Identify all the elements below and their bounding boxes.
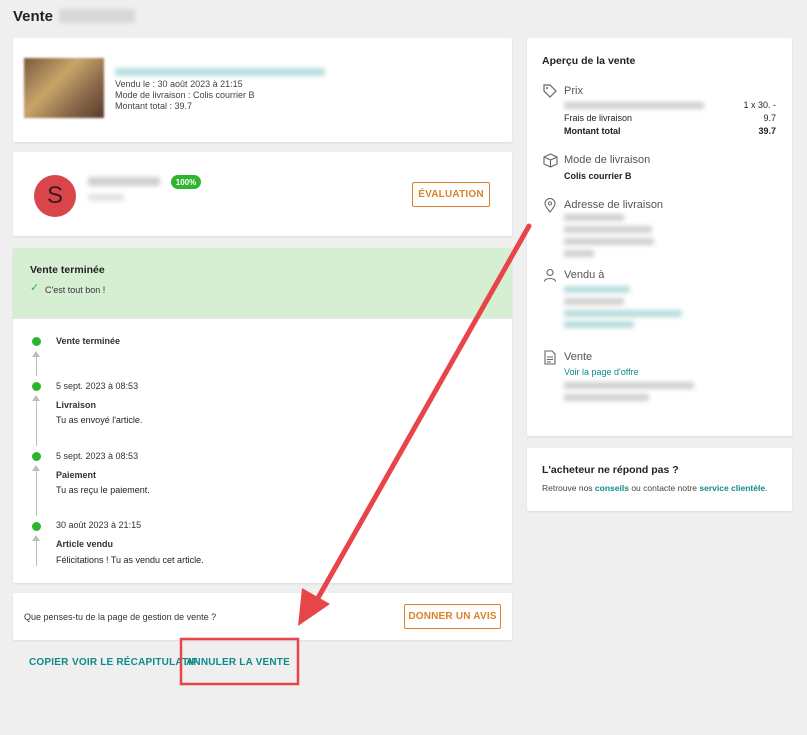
- timeline-date: 5 sept. 2023 à 08:53: [56, 451, 139, 461]
- timeline-dot: [32, 452, 41, 461]
- sale-header: Vente: [564, 351, 593, 363]
- view-summary-link[interactable]: VOIR LE RÉCAPITULATIF: [72, 657, 198, 668]
- buyer-subtitle-redacted: [88, 194, 124, 201]
- buyer-email-redacted[interactable]: [564, 310, 682, 317]
- buyer-link-redacted[interactable]: [564, 286, 630, 293]
- status-banner: Vente terminée ✓ C'est tout bon !: [13, 248, 512, 319]
- address-line-redacted: [564, 238, 654, 245]
- shipping-fee-label: Frais de livraison: [564, 113, 633, 121]
- buyer-unresponsive-card: L'acheteur ne répond pas ? Retrouve nos …: [527, 448, 792, 511]
- tips-link[interactable]: conseils: [595, 483, 629, 493]
- timeline-connector: [36, 400, 37, 446]
- timeline-dot: [32, 382, 41, 391]
- rating-badge-text: 100%: [175, 177, 197, 187]
- evaluation-button[interactable]: ÉVALUATION: [412, 182, 490, 207]
- buyer-card: S 100% ÉVALUATION: [13, 152, 512, 236]
- item-total: Montant total : 39.7: [115, 101, 193, 111]
- delivery-header: Mode de livraison: [564, 154, 651, 166]
- timeline-dot: [32, 522, 41, 531]
- timeline-dot: [32, 337, 41, 346]
- page-title-text: Vente: [13, 8, 54, 25]
- customer-service-link[interactable]: service clientèle: [699, 483, 765, 493]
- package-icon: [542, 153, 558, 169]
- rating-badge: 100%: [171, 175, 201, 189]
- sale-info-redacted: [564, 394, 649, 401]
- page-title: Vente: [13, 8, 136, 25]
- item-card: Vendu le : 30 août 2023 à 21:15 Mode de …: [13, 38, 512, 142]
- address-header: Adresse de livraison: [564, 199, 664, 209]
- timeline-label: Paiement: [56, 470, 97, 480]
- timeline-connector: [36, 356, 37, 376]
- timeline-date: 30 août 2023 à 21:15: [56, 520, 142, 530]
- overview-title: Aperçu de la vente: [542, 55, 636, 67]
- timeline-label: Article vendu: [56, 539, 114, 549]
- item-title-redacted[interactable]: [115, 68, 325, 76]
- timeline-text: Félicitations ! Tu as vendu cet article.: [56, 555, 204, 565]
- timeline-label: Livraison: [56, 400, 97, 410]
- address-line-redacted: [564, 250, 594, 257]
- help-text-middle: ou contacte notre: [628, 483, 700, 493]
- sale-overview-card: Aperçu de la vente Prix 1 x 30. - Frais …: [527, 38, 792, 436]
- buyer-phone-redacted[interactable]: [564, 321, 634, 328]
- help-text-before: Retrouve nos: [542, 483, 595, 493]
- shipping-fee-value: 9.7: [763, 113, 776, 123]
- price-item-redacted: [564, 102, 704, 109]
- timeline-connector: [36, 540, 37, 566]
- help-text: Retrouve nos conseils ou contacte notre …: [542, 483, 767, 493]
- check-icon: ✓: [30, 282, 40, 294]
- help-text-after: .: [765, 483, 768, 493]
- price-header: Prix: [564, 85, 583, 97]
- sold-to-header: Vendu à: [564, 269, 605, 281]
- offer-page-link[interactable]: Voir la page d'offre: [564, 367, 639, 377]
- timeline-date: 5 sept. 2023 à 08:53: [56, 381, 139, 391]
- location-pin-icon: [542, 198, 558, 214]
- price-tag-icon: [542, 84, 558, 100]
- item-sold-on: Vendu le : 30 août 2023 à 21:15: [115, 79, 243, 88]
- feedback-question: Que penses-tu de la page de gestion de v…: [24, 612, 217, 622]
- timeline-label: Vente terminée: [56, 336, 121, 346]
- avatar-letter: S: [46, 182, 63, 209]
- user-icon: [542, 268, 558, 284]
- address-line-redacted: [564, 226, 652, 233]
- timeline-text: Tu as envoyé l'article.: [56, 415, 143, 425]
- timeline-connector: [36, 470, 37, 516]
- redacted-title: [59, 9, 136, 23]
- status-title: Vente terminée: [30, 264, 105, 276]
- delivery-value: Colis courrier B: [564, 171, 632, 181]
- cancel-sale-link[interactable]: ANNULER LA VENTE: [186, 657, 290, 668]
- total-label: Montant total: [564, 126, 621, 136]
- document-icon: [542, 350, 558, 366]
- feedback-card: Que penses-tu de la page de gestion de v…: [13, 593, 512, 640]
- timeline-text: Tu as reçu le paiement.: [56, 485, 150, 495]
- status-card: Vente terminée ✓ C'est tout bon ! Vente …: [13, 248, 512, 583]
- help-title: L'acheteur ne répond pas ?: [542, 464, 679, 476]
- buyer-info-redacted: [564, 298, 624, 305]
- copy-link[interactable]: COPIER: [29, 657, 69, 668]
- sale-info-redacted: [564, 382, 694, 389]
- give-feedback-button[interactable]: DONNER UN AVIS: [404, 604, 501, 629]
- total-value: 39.7: [758, 126, 776, 136]
- item-delivery-mode: Mode de livraison : Colis courrier B: [115, 90, 255, 100]
- item-thumbnail[interactable]: [24, 58, 104, 118]
- buyer-name-redacted[interactable]: [88, 177, 160, 186]
- avatar[interactable]: S: [34, 175, 76, 217]
- address-line-redacted: [564, 214, 624, 221]
- status-message: C'est tout bon !: [45, 285, 106, 295]
- price-quantity: 1 x 30. -: [743, 100, 776, 110]
